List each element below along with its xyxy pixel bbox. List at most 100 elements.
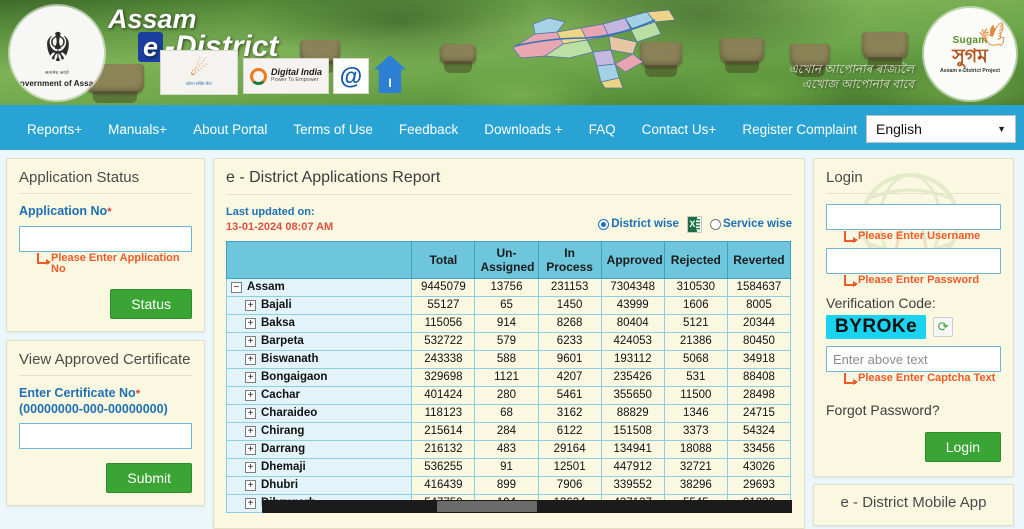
row-approved: 339552 — [600, 475, 665, 495]
row-rejected: 38296 — [663, 475, 728, 495]
expand-icon[interactable]: + — [245, 317, 256, 329]
row-total: 416439 — [411, 475, 476, 495]
row-reverted: 33456 — [726, 439, 792, 459]
row-total: 216132 — [411, 439, 476, 459]
row-district-name: Darrang — [261, 443, 306, 456]
captcha-input[interactable] — [826, 346, 1001, 372]
forgot-password-link[interactable]: Forgot Password? — [826, 402, 1001, 418]
excel-export-icon[interactable] — [686, 215, 702, 233]
username-hint: Please Enter Username — [844, 231, 1001, 243]
row-in-process: 4207 — [537, 367, 602, 387]
nav-item-register-complaint[interactable]: Register Complaint — [729, 116, 870, 143]
login-panel: Login Please Enter Username Please Enter… — [813, 158, 1014, 477]
expand-icon[interactable]: + — [245, 299, 256, 311]
col-header-district[interactable] — [226, 240, 413, 279]
language-selector[interactable]: English ▼ — [866, 115, 1016, 143]
emblem-motto: सत्यमेव जयते — [45, 70, 69, 75]
nav-item-contact-us[interactable]: Contact Us+ — [629, 116, 730, 143]
table-row[interactable]: + Bongaigaon 329698 1121 4207 235426 531 88408 — [226, 367, 792, 387]
amtron-house-icon: I — [374, 55, 406, 93]
expand-icon[interactable]: + — [245, 389, 256, 401]
row-district-cell[interactable]: + Darrang — [226, 439, 413, 459]
scrollbar-thumb[interactable] — [437, 500, 537, 512]
row-district-cell[interactable]: + Biswanath — [226, 349, 413, 369]
login-button[interactable]: Login — [924, 432, 1001, 462]
amtron-logo: I — [372, 54, 408, 94]
sugam-logo: Sugam সুগম Assam e-District Project 🕊 — [924, 8, 1016, 100]
row-district-cell[interactable]: + Dhubri — [226, 475, 413, 495]
expand-icon[interactable]: + — [245, 353, 256, 365]
nav-item-faq[interactable]: FAQ — [576, 116, 629, 143]
col-header-approved[interactable]: Approved — [600, 240, 665, 279]
table-row[interactable]: + Chirang 215614 284 6122 151508 3373 54324 — [226, 421, 792, 441]
expand-icon[interactable]: + — [245, 425, 256, 437]
table-row[interactable]: + Bajali 55127 65 1450 43999 1606 8005 — [226, 295, 792, 315]
col-header-rejected[interactable]: Rejected — [663, 240, 728, 279]
table-row[interactable]: + Charaideo 118123 68 3162 88829 1346 24715 — [226, 403, 792, 423]
ashoka-emblem-icon: ☬ — [43, 26, 72, 70]
csc-mark-icon: ☄ — [190, 57, 208, 80]
radio-service-wise[interactable]: Service wise — [709, 218, 792, 231]
row-district-cell[interactable]: + Cachar — [226, 385, 413, 405]
row-rejected: 32721 — [663, 457, 728, 477]
table-head: Total Un-Assigned In Process Approved Re… — [226, 240, 792, 279]
row-reverted: 24715 — [726, 403, 792, 423]
table-row[interactable]: − Assam 9445079 13756 231153 7304348 310530 158… — [226, 277, 792, 297]
table-row[interactable]: + Baksa 115056 914 8268 80404 5121 20344 — [226, 313, 792, 333]
collapse-icon[interactable]: − — [231, 281, 242, 293]
col-header-unassigned[interactable]: Un-Assigned — [474, 240, 539, 279]
row-district-cell[interactable]: + Bongaigaon — [226, 367, 413, 387]
table-row[interactable]: + Dhemaji 536255 91 12501 447912 32721 43026 — [226, 457, 792, 477]
mobile-app-title: e - District Mobile App — [840, 494, 987, 511]
col-header-reverted[interactable]: Reverted — [726, 240, 792, 279]
expand-icon[interactable]: + — [245, 371, 256, 383]
nav-item-terms-of-use[interactable]: Terms of Use — [280, 116, 386, 143]
row-district-cell[interactable]: + Chirang — [226, 421, 413, 441]
radio-district-wise-control[interactable] — [598, 218, 610, 230]
nav-item-feedback[interactable]: Feedback — [386, 116, 471, 143]
row-in-process: 29164 — [537, 439, 602, 459]
certificate-no-input[interactable] — [19, 423, 192, 450]
horizontal-scrollbar[interactable] — [262, 499, 792, 513]
row-district-cell[interactable]: + Bajali — [226, 295, 413, 315]
row-rejected: 1606 — [663, 295, 728, 315]
row-approved: 424053 — [600, 331, 665, 351]
table-row[interactable]: + Biswanath 243338 588 9601 193112 5068 34918 — [226, 349, 792, 369]
row-approved: 151508 — [600, 421, 665, 441]
radio-service-wise-label: Service wise — [722, 218, 792, 231]
nav-item-reports[interactable]: Reports+ — [14, 116, 95, 143]
nav-item-about-portal[interactable]: About Portal — [180, 116, 280, 143]
radio-district-wise[interactable]: District wise — [598, 218, 679, 230]
row-in-process: 231153 — [537, 277, 602, 297]
table-row[interactable]: + Dhubri 416439 899 7906 339552 38296 29693 — [226, 475, 792, 495]
radio-service-wise-control[interactable] — [709, 218, 721, 230]
expand-icon[interactable]: + — [245, 407, 256, 419]
expand-icon[interactable]: + — [245, 443, 256, 455]
row-district-cell[interactable]: + Baksa — [226, 313, 413, 333]
submit-button[interactable]: Submit — [106, 463, 192, 494]
nav-item-downloads[interactable]: Downloads + — [471, 116, 575, 143]
row-district-name: Bajali — [261, 299, 292, 312]
application-no-input[interactable] — [19, 225, 192, 252]
password-input[interactable] — [826, 248, 1001, 274]
row-rejected: 1346 — [663, 403, 728, 423]
table-row[interactable]: + Darrang 216132 483 29164 134941 18088 33456 — [226, 439, 792, 459]
row-district-cell[interactable]: + Charaideo — [226, 403, 413, 423]
username-input[interactable] — [826, 204, 1001, 230]
expand-icon[interactable]: + — [245, 497, 256, 509]
approved-certificate-title: View Approved Certificate — [19, 351, 192, 376]
nav-item-manuals[interactable]: Manuals+ — [95, 116, 180, 143]
row-district-cell[interactable]: + Dhemaji — [226, 457, 413, 477]
status-button[interactable]: Status — [110, 288, 192, 319]
col-header-in-process[interactable]: In Process — [537, 240, 602, 279]
col-header-total[interactable]: Total — [411, 240, 476, 279]
row-total: 215614 — [411, 421, 476, 441]
table-row[interactable]: + Cachar 401424 280 5461 355650 11500 28498 — [226, 385, 792, 405]
expand-icon[interactable]: + — [245, 335, 256, 347]
table-row[interactable]: + Barpeta 532722 579 6233 424053 21386 80450 — [226, 331, 792, 351]
expand-icon[interactable]: + — [245, 479, 256, 491]
refresh-icon[interactable]: ⟳ — [933, 317, 954, 337]
row-district-cell[interactable]: − Assam — [226, 277, 413, 297]
expand-icon[interactable]: + — [245, 461, 256, 473]
row-district-cell[interactable]: + Barpeta — [226, 331, 413, 351]
